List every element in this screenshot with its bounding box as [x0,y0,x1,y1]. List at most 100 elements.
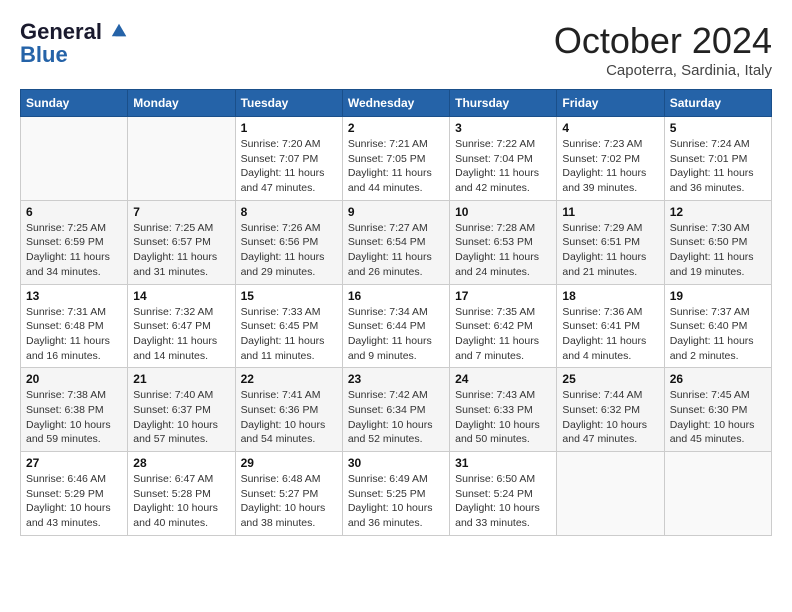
day-info: Sunrise: 7:21 AM Sunset: 7:05 PM Dayligh… [348,137,444,196]
day-number: 26 [670,372,766,386]
day-info: Sunrise: 7:40 AM Sunset: 6:37 PM Dayligh… [133,388,229,447]
calendar-cell [21,117,128,201]
day-number: 11 [562,205,658,219]
title-area: October 2024 Capoterra, Sardinia, Italy [554,20,772,79]
day-info: Sunrise: 6:46 AM Sunset: 5:29 PM Dayligh… [26,472,122,531]
day-info: Sunrise: 7:23 AM Sunset: 7:02 PM Dayligh… [562,137,658,196]
day-info: Sunrise: 7:32 AM Sunset: 6:47 PM Dayligh… [133,305,229,364]
day-info: Sunrise: 7:27 AM Sunset: 6:54 PM Dayligh… [348,221,444,280]
weekday-header-row: SundayMondayTuesdayWednesdayThursdayFrid… [21,90,772,117]
day-number: 13 [26,289,122,303]
weekday-header-tuesday: Tuesday [235,90,342,117]
calendar-table: SundayMondayTuesdayWednesdayThursdayFrid… [20,89,772,536]
calendar-week-1: 1 Sunrise: 7:20 AM Sunset: 7:07 PM Daylig… [21,117,772,201]
calendar-cell: 7Sunrise: 7:25 AM Sunset: 6:57 PM Daylig… [128,200,235,284]
calendar-week-4: 20Sunrise: 7:38 AM Sunset: 6:38 PM Dayli… [21,368,772,452]
calendar-cell: 21 Sunrise: 7:40 AM Sunset: 6:37 PM Dayli… [128,368,235,452]
day-number: 14 [133,289,229,303]
day-number: 22 [241,372,337,386]
calendar-cell [557,452,664,536]
calendar-cell: 9Sunrise: 7:27 AM Sunset: 6:54 PM Daylig… [342,200,449,284]
day-info: Sunrise: 6:48 AM Sunset: 5:27 PM Dayligh… [241,472,337,531]
calendar-cell: 26 Sunrise: 7:45 AM Sunset: 6:30 PM Dayli… [664,368,771,452]
month-title: October 2024 [554,20,772,62]
day-info: Sunrise: 7:42 AM Sunset: 6:34 PM Dayligh… [348,388,444,447]
calendar-cell: 18 Sunrise: 7:36 AM Sunset: 6:41 PM Dayli… [557,284,664,368]
weekday-header-thursday: Thursday [450,90,557,117]
day-info: Sunrise: 7:28 AM Sunset: 6:53 PM Dayligh… [455,221,551,280]
logo-icon [110,21,128,39]
calendar-cell: 16 Sunrise: 7:34 AM Sunset: 6:44 PM Dayli… [342,284,449,368]
calendar-cell: 24Sunrise: 7:43 AM Sunset: 6:33 PM Dayli… [450,368,557,452]
day-number: 3 [455,121,551,135]
day-number: 31 [455,456,551,470]
calendar-cell: 28 Sunrise: 6:47 AM Sunset: 5:28 PM Dayli… [128,452,235,536]
weekday-header-sunday: Sunday [21,90,128,117]
weekday-header-saturday: Saturday [664,90,771,117]
weekday-header-wednesday: Wednesday [342,90,449,117]
day-number: 17 [455,289,551,303]
day-info: Sunrise: 6:50 AM Sunset: 5:24 PM Dayligh… [455,472,551,531]
logo-blue: Blue [20,42,128,68]
day-info: Sunrise: 7:44 AM Sunset: 6:32 PM Dayligh… [562,388,658,447]
day-info: Sunrise: 7:24 AM Sunset: 7:01 PM Dayligh… [670,137,766,196]
calendar-cell: 27Sunrise: 6:46 AM Sunset: 5:29 PM Dayli… [21,452,128,536]
day-number: 4 [562,121,658,135]
day-number: 21 [133,372,229,386]
weekday-header-monday: Monday [128,90,235,117]
calendar-cell: 3 Sunrise: 7:22 AM Sunset: 7:04 PM Daylig… [450,117,557,201]
weekday-header-friday: Friday [557,90,664,117]
calendar-cell: 30 Sunrise: 6:49 AM Sunset: 5:25 PM Dayli… [342,452,449,536]
logo-text: General [20,20,128,44]
day-number: 7 [133,205,229,219]
day-number: 2 [348,121,444,135]
calendar-cell: 2 Sunrise: 7:21 AM Sunset: 7:05 PM Daylig… [342,117,449,201]
day-info: Sunrise: 7:37 AM Sunset: 6:40 PM Dayligh… [670,305,766,364]
calendar-cell: 23Sunrise: 7:42 AM Sunset: 6:34 PM Dayli… [342,368,449,452]
calendar-cell: 31 Sunrise: 6:50 AM Sunset: 5:24 PM Dayli… [450,452,557,536]
day-number: 18 [562,289,658,303]
day-number: 19 [670,289,766,303]
location-subtitle: Capoterra, Sardinia, Italy [554,62,772,79]
day-number: 8 [241,205,337,219]
day-number: 15 [241,289,337,303]
calendar-week-3: 13Sunrise: 7:31 AM Sunset: 6:48 PM Dayli… [21,284,772,368]
day-number: 20 [26,372,122,386]
calendar-cell: 22Sunrise: 7:41 AM Sunset: 6:36 PM Dayli… [235,368,342,452]
calendar-cell: 20Sunrise: 7:38 AM Sunset: 6:38 PM Dayli… [21,368,128,452]
calendar-cell: 4 Sunrise: 7:23 AM Sunset: 7:02 PM Daylig… [557,117,664,201]
day-number: 28 [133,456,229,470]
day-info: Sunrise: 7:34 AM Sunset: 6:44 PM Dayligh… [348,305,444,364]
day-info: Sunrise: 7:35 AM Sunset: 6:42 PM Dayligh… [455,305,551,364]
calendar-cell: 13Sunrise: 7:31 AM Sunset: 6:48 PM Dayli… [21,284,128,368]
day-number: 12 [670,205,766,219]
day-info: Sunrise: 7:45 AM Sunset: 6:30 PM Dayligh… [670,388,766,447]
day-info: Sunrise: 7:25 AM Sunset: 6:59 PM Dayligh… [26,221,122,280]
calendar-cell: 17 Sunrise: 7:35 AM Sunset: 6:42 PM Dayli… [450,284,557,368]
day-number: 29 [241,456,337,470]
day-number: 24 [455,372,551,386]
day-info: Sunrise: 7:36 AM Sunset: 6:41 PM Dayligh… [562,305,658,364]
day-info: Sunrise: 6:47 AM Sunset: 5:28 PM Dayligh… [133,472,229,531]
day-number: 25 [562,372,658,386]
logo: General Blue [20,20,128,68]
calendar-cell: 15 Sunrise: 7:33 AM Sunset: 6:45 PM Dayli… [235,284,342,368]
day-info: Sunrise: 6:49 AM Sunset: 5:25 PM Dayligh… [348,472,444,531]
day-info: Sunrise: 7:22 AM Sunset: 7:04 PM Dayligh… [455,137,551,196]
calendar-cell: 6Sunrise: 7:25 AM Sunset: 6:59 PM Daylig… [21,200,128,284]
calendar-cell: 19 Sunrise: 7:37 AM Sunset: 6:40 PM Dayli… [664,284,771,368]
day-info: Sunrise: 7:29 AM Sunset: 6:51 PM Dayligh… [562,221,658,280]
day-info: Sunrise: 7:33 AM Sunset: 6:45 PM Dayligh… [241,305,337,364]
day-number: 1 [241,121,337,135]
calendar-cell [664,452,771,536]
calendar-cell: 11 Sunrise: 7:29 AM Sunset: 6:51 PM Dayli… [557,200,664,284]
day-info: Sunrise: 7:20 AM Sunset: 7:07 PM Dayligh… [241,137,337,196]
day-info: Sunrise: 7:26 AM Sunset: 6:56 PM Dayligh… [241,221,337,280]
page-header: General Blue October 2024 Capoterra, Sar… [20,20,772,79]
day-number: 16 [348,289,444,303]
day-number: 30 [348,456,444,470]
calendar-cell: 1 Sunrise: 7:20 AM Sunset: 7:07 PM Daylig… [235,117,342,201]
day-number: 10 [455,205,551,219]
calendar-cell: 5Sunrise: 7:24 AM Sunset: 7:01 PM Daylig… [664,117,771,201]
calendar-cell: 8 Sunrise: 7:26 AM Sunset: 6:56 PM Daylig… [235,200,342,284]
